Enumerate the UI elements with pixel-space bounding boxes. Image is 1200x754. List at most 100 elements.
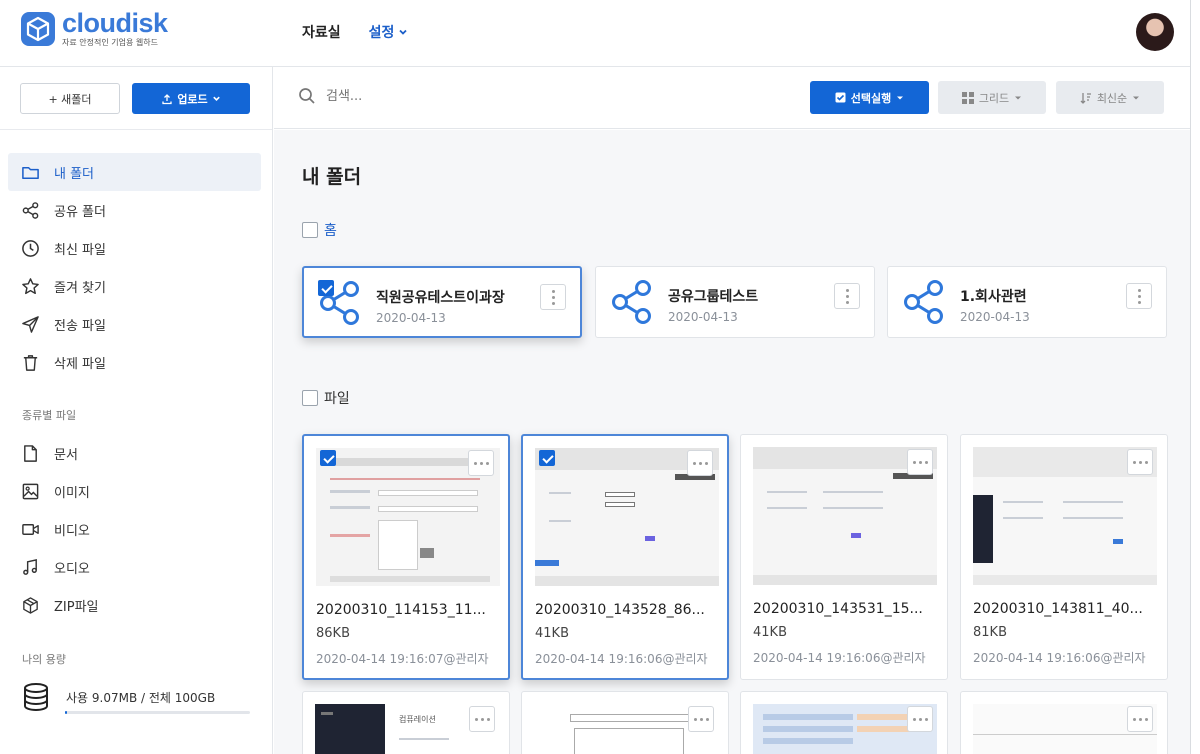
folder-checkbox[interactable] <box>318 280 334 296</box>
package-icon <box>23 596 38 614</box>
view-mode-label: 그리드 <box>978 91 1010 105</box>
files-group-label: 파일 <box>324 391 350 407</box>
sidebar-item-label: 내 폴더 <box>54 166 95 182</box>
sidebar-item-label: 최신 파일 <box>54 242 106 258</box>
file-card[interactable] <box>521 691 729 754</box>
window-edge <box>1190 0 1200 754</box>
file-meta: 2020-04-14 19:16:06@관리자 <box>753 651 926 665</box>
folders-group: 홈 <box>302 220 337 240</box>
folder-name: 직원공유테스트이과장 <box>376 290 505 306</box>
sidebar-item-recent-files[interactable]: 최신 파일 <box>8 229 261 267</box>
nav-settings[interactable]: 설정 <box>369 22 409 42</box>
document-icon <box>24 444 37 462</box>
divider <box>0 129 272 130</box>
more-options-button[interactable] <box>540 284 566 310</box>
file-card[interactable]: 컴퓨레이션 <box>302 691 510 754</box>
more-options-button[interactable] <box>834 283 860 309</box>
nav-library[interactable]: 자료실 <box>302 22 341 42</box>
logo-tagline: 자료 안정적인 기업용 웹하드 <box>62 38 158 47</box>
sidebar-item-audio[interactable]: 오디오 <box>8 548 261 586</box>
new-folder-button[interactable]: + 새폴더 <box>20 83 120 114</box>
sidebar-item-label: ZIP파일 <box>54 599 99 615</box>
sidebar-menu: 내 폴더 공유 폴더 최신 파일 즐겨 찾기 전송 파일 삭제 파일 <box>8 153 261 381</box>
star-icon <box>22 277 39 294</box>
caret-down-icon <box>897 96 904 99</box>
folder-card[interactable]: 공유그룹테스트 2020-04-13 <box>595 266 875 338</box>
video-icon <box>22 523 39 535</box>
folder-card[interactable]: 1.회사관련 2020-04-13 <box>887 266 1167 338</box>
file-card[interactable]: 20200310_114153_11... 86KB 2020-04-14 19… <box>302 434 510 680</box>
sort-label: 최신순 <box>1096 91 1128 105</box>
upload-button[interactable]: 업로드 <box>132 83 250 114</box>
search-icon <box>299 88 315 104</box>
folder-card[interactable]: 직원공유테스트이과장 2020-04-13 <box>302 266 582 338</box>
sidebar-item-zip[interactable]: ZIP파일 <box>8 586 261 624</box>
caret-down-icon <box>1015 96 1022 99</box>
files-group: 파일 <box>302 388 350 408</box>
main-content: 내 폴더 홈 직원공유테스트이과장 2020-04-13 공유그룹테스트 202… <box>274 130 1190 754</box>
more-options-button[interactable] <box>468 450 494 476</box>
file-meta: 2020-04-14 19:16:06@관리자 <box>973 651 1146 665</box>
sidebar-actions: + 새폴더 업로드 <box>20 83 250 114</box>
file-name: 20200310_143528_86... <box>535 602 705 618</box>
more-options-button[interactable] <box>469 706 495 732</box>
more-options-button[interactable] <box>907 706 933 732</box>
sidebar-item-my-folder[interactable]: 내 폴더 <box>8 153 261 191</box>
search <box>298 87 526 105</box>
sidebar-item-label: 문서 <box>54 447 78 463</box>
share-icon <box>22 201 39 219</box>
file-card[interactable] <box>960 691 1168 754</box>
folders-select-all-checkbox[interactable] <box>302 222 318 238</box>
more-options-button[interactable] <box>1127 449 1153 475</box>
sidebar-item-images[interactable]: 이미지 <box>8 472 261 510</box>
upload-label: 업로드 <box>177 92 208 106</box>
file-name: 20200310_143811_40... <box>973 601 1143 617</box>
more-options-button[interactable] <box>688 706 714 732</box>
file-card[interactable]: 20200310_143528_86... 41KB 2020-04-14 19… <box>521 434 729 680</box>
file-card[interactable]: 20200310_143811_40... 81KB 2020-04-14 19… <box>960 434 1168 680</box>
more-options-button[interactable] <box>1127 706 1153 732</box>
file-size: 81KB <box>973 625 1007 640</box>
file-card[interactable]: 20200310_143531_15... 41KB 2020-04-14 19… <box>740 434 948 680</box>
view-mode-button[interactable]: 그리드 <box>938 81 1046 114</box>
sidebar-item-sent-files[interactable]: 전송 파일 <box>8 305 261 343</box>
page-title: 내 폴더 <box>302 166 362 188</box>
select-action-button[interactable]: 선택실행 <box>810 81 929 114</box>
cube-logo-icon <box>21 12 55 46</box>
file-checkbox[interactable] <box>539 450 555 466</box>
avatar[interactable] <box>1136 13 1174 51</box>
checkbox-icon <box>835 92 846 103</box>
sidebar-item-documents[interactable]: 문서 <box>8 434 261 472</box>
storage-usage: 사용 9.07MB / 전체 100GB <box>20 681 255 714</box>
storage-text: 사용 9.07MB / 전체 100GB <box>66 690 216 705</box>
select-action-label: 선택실행 <box>850 91 892 105</box>
top-bar: cloudisk 자료 안정적인 기업용 웹하드 자료실 설정 <box>0 0 1190 67</box>
sidebar-item-videos[interactable]: 비디오 <box>8 510 261 548</box>
sidebar-item-shared-folder[interactable]: 공유 폴더 <box>8 191 261 229</box>
more-options-button[interactable] <box>907 449 933 475</box>
more-options-button[interactable] <box>1126 283 1152 309</box>
file-checkbox[interactable] <box>320 450 336 466</box>
main-nav: 자료실 설정 <box>302 22 408 42</box>
search-input[interactable] <box>326 88 526 104</box>
storage-progress-bar <box>65 711 250 714</box>
files-select-all-checkbox[interactable] <box>302 390 318 406</box>
caret-down-icon <box>1133 96 1140 99</box>
toolbar: 선택실행 그리드 최신순 <box>274 67 1190 129</box>
upload-icon <box>162 93 172 104</box>
storage-section-title: 나의 용량 <box>22 653 66 666</box>
file-card[interactable] <box>740 691 948 754</box>
file-meta: 2020-04-14 19:16:06@관리자 <box>535 652 708 666</box>
more-options-button[interactable] <box>687 450 713 476</box>
send-icon <box>22 315 39 333</box>
music-icon <box>23 558 37 575</box>
file-types-menu: 문서 이미지 비디오 오디오 ZIP파일 <box>8 434 261 624</box>
file-meta: 2020-04-14 19:16:07@관리자 <box>316 652 489 666</box>
sidebar-item-label: 비디오 <box>54 523 90 539</box>
grid-icon <box>961 91 974 104</box>
sort-button[interactable]: 최신순 <box>1056 81 1164 114</box>
logo[interactable]: cloudisk 자료 안정적인 기업용 웹하드 <box>20 10 168 48</box>
sidebar-item-favorites[interactable]: 즐겨 찾기 <box>8 267 261 305</box>
sidebar-item-deleted-files[interactable]: 삭제 파일 <box>8 343 261 381</box>
folder-name: 1.회사관련 <box>960 289 1027 305</box>
